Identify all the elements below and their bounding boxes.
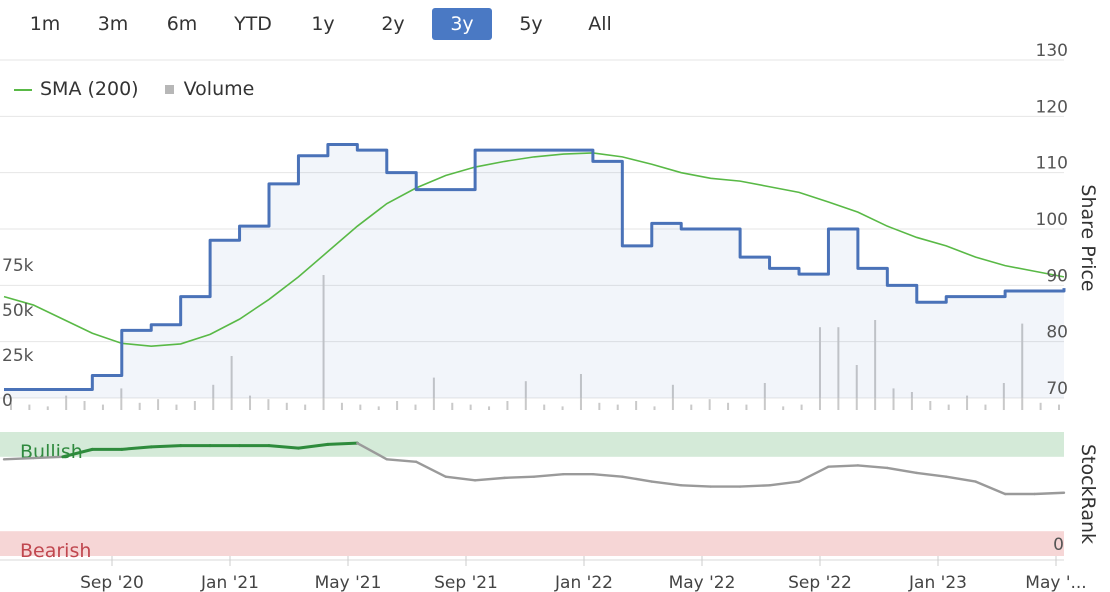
x-tick-label: May '21 (315, 573, 382, 592)
stockrank-segment (915, 471, 948, 478)
volume-bar (359, 404, 362, 410)
volume-bar (83, 401, 86, 410)
volume-bar (727, 402, 730, 410)
stockrank-segment (532, 472, 565, 478)
stockrank-segment (945, 475, 977, 483)
share-price-axis-title: Share Price (1077, 184, 1099, 291)
price-tick-label: 70 (1046, 379, 1068, 399)
volume-bar (193, 401, 196, 410)
volume-bar (101, 404, 104, 410)
x-tick-label: Jan '21 (200, 573, 259, 592)
stock-chart: Bullish Bearish 0 70 80 90 100 110 120 130 0 25k 50… (0, 41, 1099, 592)
volume-bar (267, 399, 270, 410)
volume-bar (745, 404, 748, 410)
stockrank-segment (1033, 491, 1066, 496)
x-tick-label: May '... (1025, 573, 1086, 592)
volume-bar (451, 402, 454, 410)
stockrank-segment (326, 441, 359, 446)
price-tick-label: 120 (1036, 97, 1068, 117)
price-area-fill (4, 144, 1064, 398)
stockrank-segment (444, 475, 477, 482)
volume-bar (543, 404, 546, 410)
volume-bar (800, 404, 803, 410)
stockrank-segment (797, 465, 830, 483)
volume-bar (598, 402, 601, 410)
stockrank-segment (768, 480, 801, 487)
bullish-label: Bullish (20, 441, 83, 463)
volume-bar (138, 402, 141, 410)
stockrank-segment (650, 480, 683, 487)
volume-bar (46, 406, 49, 410)
stockrank-segment (385, 458, 418, 463)
price-area (4, 144, 1064, 398)
volume-bar (653, 406, 656, 410)
volume-bar (28, 404, 31, 410)
stockrank-segment (621, 475, 653, 483)
volume-tick-label: 75k (2, 256, 34, 276)
volume-bar (708, 399, 711, 410)
bearish-band (0, 531, 1064, 556)
volume-bar (340, 402, 343, 410)
volume-bar (984, 404, 987, 410)
stockrank-segment (2, 456, 35, 461)
volume-bar (285, 402, 288, 410)
stockrank-zero-label: 0 (1053, 535, 1064, 555)
stockrank-segment (886, 466, 918, 475)
volume-tick-label: 0 (2, 391, 13, 411)
volume-bar (1039, 402, 1042, 410)
bearish-label: Bearish (20, 540, 91, 562)
volume-bar (782, 406, 785, 410)
volume-bar (635, 401, 638, 410)
x-tick-label: Jan '23 (908, 573, 967, 592)
volume-bar (396, 401, 399, 410)
stockrank-segment (738, 484, 771, 488)
stockrank-panel: Bullish Bearish 0 (0, 432, 1066, 562)
stockrank-segment (827, 464, 860, 468)
volume-bar (414, 404, 417, 410)
volume-bar (304, 404, 307, 410)
x-tick-label: May '22 (669, 573, 736, 592)
price-tick-label: 130 (1036, 41, 1068, 61)
volume-tick-label: 50k (2, 301, 34, 321)
x-tick-label: Sep '22 (788, 573, 852, 592)
price-tick-label: 110 (1036, 154, 1068, 174)
x-tick-label: Sep '20 (80, 573, 144, 592)
x-tick-label: Sep '21 (434, 573, 498, 592)
price-tick-label: 100 (1036, 210, 1068, 230)
volume-bar (488, 406, 491, 410)
price-tick-label: 90 (1046, 266, 1068, 286)
stockrank-axis-title: StockRank (1077, 444, 1099, 544)
volume-bar (506, 401, 509, 410)
volume-bar (561, 406, 564, 410)
volume-tick-label: 25k (2, 346, 34, 366)
stockrank-segment (415, 460, 447, 478)
stockrank-segment (974, 480, 1007, 496)
stockrank-segment (149, 444, 183, 449)
stockrank-segment (503, 475, 536, 480)
stockrank-segment (32, 455, 65, 460)
volume-bar (947, 404, 950, 410)
volume-bar (929, 401, 932, 410)
bullish-band (0, 432, 1064, 457)
stockrank-segment (591, 472, 624, 478)
stockrank-segment (856, 464, 889, 470)
stockrank-segment (680, 484, 712, 488)
volume-bar (157, 399, 160, 410)
x-tick-label: Jan '22 (554, 573, 613, 592)
volume-bar (175, 404, 178, 410)
volume-bar (377, 406, 380, 410)
volume-bar (469, 404, 472, 410)
stockrank-segment (473, 476, 506, 482)
volume-bar (616, 404, 619, 410)
price-tick-label: 80 (1046, 323, 1068, 343)
volume-bar (1058, 404, 1060, 410)
volume-bar (690, 404, 693, 410)
